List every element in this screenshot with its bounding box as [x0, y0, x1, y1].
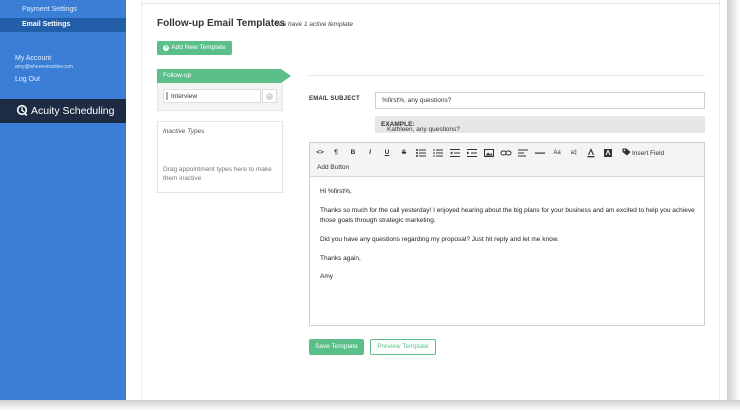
strikethrough-icon[interactable]: S	[398, 148, 410, 158]
save-template-button[interactable]: Save Template	[309, 339, 364, 355]
editor-toolbar: <> ¶ B I U S Aa a‡ Insert Field Add Butt…	[310, 143, 704, 177]
image-icon[interactable]	[483, 148, 495, 158]
link-icon[interactable]	[500, 148, 512, 158]
account-email: amy@whereverwriter.com	[15, 64, 73, 70]
appointment-type-interview[interactable]: Interview	[163, 89, 261, 103]
top-divider	[142, 3, 719, 4]
brand-bar: Acuity Scheduling	[0, 99, 126, 123]
section-divider	[309, 75, 705, 76]
page-title: Follow-up Email Templates	[157, 18, 286, 29]
outdent-icon[interactable]	[449, 148, 461, 158]
acuity-logo-icon	[16, 104, 28, 116]
inactive-types-hint: Drag appointment types here to make them…	[163, 166, 272, 182]
indent-icon[interactable]	[466, 148, 478, 158]
preview-template-button[interactable]: Preview Template	[370, 339, 436, 355]
highlight-color-icon[interactable]	[602, 148, 614, 158]
email-body-signoff: Thanks again,	[320, 255, 361, 262]
text-transform-icon[interactable]: a‡	[568, 148, 580, 158]
bold-icon[interactable]: B	[347, 148, 359, 158]
my-account-link[interactable]: My Account	[15, 55, 51, 62]
bullet-list-icon[interactable]	[415, 148, 427, 158]
sidebar: Payment Settings Email Settings My Accou…	[0, 0, 126, 400]
inactive-types-dropzone[interactable]: Inactive Types Drag appointment types he…	[157, 121, 283, 193]
sidebar-item-email-settings[interactable]: Email Settings	[0, 18, 126, 32]
insert-field-label: Insert Field	[632, 150, 665, 157]
email-subject-label: EMAIL SUBJECT	[309, 96, 360, 102]
example-value: Kathleen, any questions?	[387, 126, 460, 133]
align-icon[interactable]	[517, 148, 529, 158]
plus-icon: +	[163, 45, 170, 51]
email-body-paragraph: Did you have any questions regarding my …	[320, 236, 559, 243]
email-body-signature: Amy	[320, 273, 333, 280]
remove-type-button[interactable]: ×	[262, 89, 277, 103]
add-template-label: Add New Template	[171, 44, 226, 51]
underline-icon[interactable]: U	[381, 148, 393, 158]
email-body-greeting: Hi %first%,	[320, 188, 352, 195]
brand-name: Acuity Scheduling	[31, 105, 115, 117]
close-icon: ×	[266, 93, 273, 100]
tab-label: Follow-up	[163, 72, 192, 79]
email-body-editor[interactable]: <> ¶ B I U S Aa a‡ Insert Field Add Butt…	[309, 142, 705, 326]
log-out-link[interactable]: Log Out	[15, 76, 40, 83]
insert-field-button[interactable]: Insert Field	[622, 148, 664, 158]
code-view-icon[interactable]: <>	[314, 148, 326, 158]
tag-icon	[622, 148, 631, 156]
inactive-types-title: Inactive Types	[163, 128, 205, 135]
email-body-paragraph: Thanks so much for the call yesterday! I…	[320, 207, 695, 224]
active-template-count: You have 1 active template	[275, 21, 354, 28]
font-size-icon[interactable]: Aa	[551, 148, 563, 158]
add-button-tool[interactable]: Add Button	[317, 164, 349, 171]
sidebar-item-label: Email Settings	[22, 21, 71, 28]
sidebar-item-payment-settings[interactable]: Payment Settings	[22, 6, 77, 13]
numbered-list-icon[interactable]	[432, 148, 444, 158]
window-shadow-right	[727, 0, 740, 411]
font-color-icon[interactable]	[585, 148, 597, 158]
subject-example: EXAMPLE: Kathleen, any questions?	[375, 116, 705, 133]
window-shadow-bottom	[0, 400, 740, 411]
horizontal-rule-icon[interactable]	[534, 148, 546, 158]
appointment-type-label: Interview	[171, 93, 198, 100]
drag-handle-icon[interactable]	[166, 92, 168, 100]
italic-icon[interactable]: I	[364, 148, 376, 158]
paragraph-icon[interactable]: ¶	[330, 148, 342, 158]
tab-follow-up[interactable]: Follow-up	[157, 69, 291, 83]
add-new-template-button[interactable]: + Add New Template	[157, 41, 232, 55]
email-subject-input[interactable]	[375, 92, 705, 109]
